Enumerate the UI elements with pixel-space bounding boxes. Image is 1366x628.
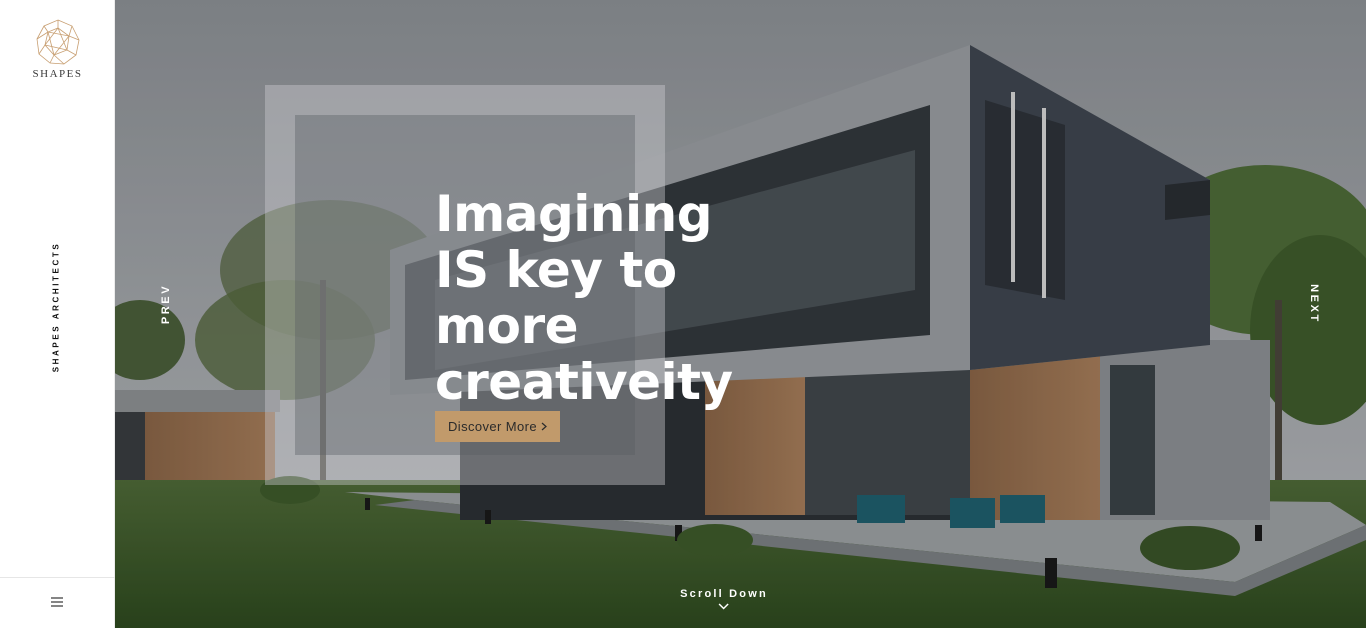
- sidebar-tagline: SHAPES ARCHITECTS: [51, 241, 61, 373]
- headline-line: Imagining: [435, 185, 713, 243]
- chevron-right-icon: [541, 422, 547, 431]
- prev-slide-button[interactable]: PREV: [160, 284, 172, 324]
- discover-more-label: Discover More: [448, 419, 537, 434]
- headline-line: more: [435, 297, 579, 355]
- discover-more-button[interactable]: Discover More: [435, 411, 560, 442]
- headline-line: creativeity: [435, 353, 733, 411]
- next-slide-button[interactable]: NEXT: [1308, 284, 1320, 324]
- brand-name: SHAPES: [32, 68, 83, 80]
- sidebar: SHAPES SHAPES ARCHITECTS: [0, 0, 115, 628]
- hero-slider: Imagining IS key to more creativeity Dis…: [115, 0, 1366, 628]
- polyhedron-icon: [36, 19, 79, 65]
- hero-headline: Imagining IS key to more creativeity: [435, 186, 855, 410]
- headline-line: IS key to: [435, 241, 677, 299]
- scroll-down-label: Scroll Down: [680, 588, 768, 600]
- chevron-down-icon: [718, 603, 730, 610]
- scroll-down-button[interactable]: Scroll Down: [680, 588, 768, 610]
- hamburger-menu-icon[interactable]: [45, 590, 69, 614]
- brand-logo[interactable]: SHAPES: [0, 18, 115, 80]
- sidebar-divider: [0, 577, 115, 578]
